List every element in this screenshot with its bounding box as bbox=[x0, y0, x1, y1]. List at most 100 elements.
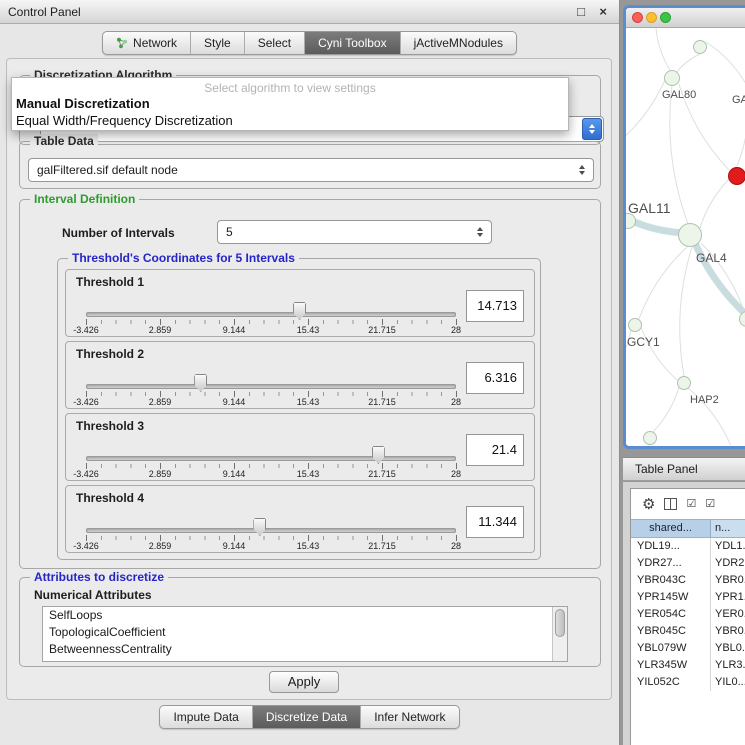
slider-scale-label: 2.859 bbox=[149, 397, 172, 407]
threshold-box-3: Threshold 3 -3.4262.8599.14415.4321.71528… bbox=[65, 413, 535, 481]
column-selector-icon[interactable] bbox=[664, 498, 677, 510]
threshold-value-field[interactable]: 11.344 bbox=[466, 506, 524, 538]
node-label-gal80: GAL80 bbox=[662, 89, 696, 101]
tab-label: Discretize Data bbox=[266, 710, 347, 724]
table-row[interactable]: YBR045CYBR0... bbox=[631, 623, 745, 640]
network-node[interactable] bbox=[693, 40, 707, 54]
network-canvas[interactable]: GAL80GAGAL11GAL4GCY1HAP2 bbox=[626, 28, 745, 445]
slider-track bbox=[86, 528, 456, 533]
network-node[interactable] bbox=[664, 70, 680, 86]
tab-label: Network bbox=[133, 36, 177, 50]
slider-thumb[interactable] bbox=[253, 518, 266, 536]
table-panel-header[interactable]: Table Panel bbox=[623, 457, 745, 481]
slider-scale-label: 15.43 bbox=[297, 325, 320, 335]
algorithm-hint-item: Select algorithm to view settings bbox=[12, 78, 568, 95]
zoom-traffic-light-icon[interactable] bbox=[660, 12, 671, 23]
number-of-intervals-combobox[interactable]: 5 bbox=[217, 220, 492, 244]
combo-stepper-icon[interactable] bbox=[470, 222, 490, 242]
tab-network[interactable]: Network bbox=[103, 32, 191, 54]
close-icon[interactable]: × bbox=[599, 4, 607, 20]
attribute-item-topologicalcoefficient[interactable]: TopologicalCoefficient bbox=[43, 624, 567, 641]
tab-cyni-toolbox[interactable]: Cyni Toolbox bbox=[305, 32, 400, 54]
threshold-value-field[interactable]: 21.4 bbox=[466, 434, 524, 466]
apply-button[interactable]: Apply bbox=[269, 671, 339, 693]
tab-label: Select bbox=[258, 36, 291, 50]
threshold-slider[interactable]: -3.4262.8599.14415.4321.71528 bbox=[86, 376, 456, 408]
tab-jactivemnodules[interactable]: jActiveMNodules bbox=[401, 32, 516, 54]
close-traffic-light-icon[interactable] bbox=[632, 12, 643, 23]
table-data-combobox[interactable]: galFiltered.sif default node bbox=[28, 158, 594, 182]
table-row[interactable]: YBR043CYBR0... bbox=[631, 572, 745, 589]
slider-scale-label: 9.144 bbox=[223, 325, 246, 335]
table-row[interactable]: YDR27...YDR2... bbox=[631, 555, 745, 572]
control-panel-titlebar[interactable]: Control Panel □ × bbox=[0, 0, 619, 24]
column-header-shared-name[interactable]: shared... bbox=[631, 520, 711, 537]
network-node[interactable] bbox=[643, 431, 657, 445]
slider-scale-label: 15.43 bbox=[297, 397, 320, 407]
scrollbar-thumb[interactable] bbox=[555, 609, 565, 637]
attribute-item-selfloops[interactable]: SelfLoops bbox=[43, 607, 567, 624]
tab-select[interactable]: Select bbox=[245, 32, 305, 54]
slider-thumb[interactable] bbox=[293, 302, 306, 320]
table-row[interactable]: YDL19...YDL1... bbox=[631, 538, 745, 555]
combo-stepper-icon[interactable] bbox=[572, 160, 592, 180]
threshold-value-field[interactable]: 6.316 bbox=[466, 362, 524, 394]
combo-stepper-icon[interactable] bbox=[582, 118, 602, 140]
slider-track bbox=[86, 312, 456, 317]
table-row[interactable]: YPR145WYPR1... bbox=[631, 589, 745, 606]
network-edge bbox=[656, 28, 670, 70]
table-data-group-title: Table Data bbox=[30, 134, 98, 148]
table-row[interactable]: YLR345WYLR3... bbox=[631, 657, 745, 674]
table-row[interactable]: YIL052CYIL0... bbox=[631, 674, 745, 691]
slider-thumb[interactable] bbox=[372, 446, 385, 464]
table-row[interactable]: YBL079WYBL0... bbox=[631, 640, 745, 657]
threshold-label: Threshold 3 bbox=[76, 419, 144, 433]
gear-icon[interactable]: ⚙ bbox=[642, 497, 655, 512]
threshold-slider[interactable]: -3.4262.8599.14415.4321.71528 bbox=[86, 304, 456, 336]
network-window-titlebar[interactable] bbox=[626, 8, 745, 28]
threshold-slider[interactable]: -3.4262.8599.14415.4321.71528 bbox=[86, 448, 456, 480]
checkbox-icon[interactable]: ☑ bbox=[705, 499, 715, 510]
network-edge bbox=[676, 54, 700, 73]
tab-infer-network[interactable]: Infer Network bbox=[361, 706, 458, 728]
checkbox-icon[interactable]: ☑ bbox=[686, 499, 696, 510]
top-tab-bar: Network Style Select Cyni ToolboxjActiveMNo… bbox=[0, 31, 619, 55]
threshold-box-4: Threshold 4-3.4262.8599.14415.4321.71528… bbox=[65, 485, 535, 553]
threshold-label: Threshold 1 bbox=[76, 275, 144, 289]
column-header-name[interactable]: n... bbox=[711, 520, 745, 537]
slider-scale-label: 21.715 bbox=[368, 541, 396, 551]
network-node[interactable] bbox=[678, 223, 702, 247]
cell-shared-name: YPR145W bbox=[631, 589, 711, 606]
algorithm-option-equal-width-frequency-discretization[interactable]: Equal Width/Frequency Discretization bbox=[12, 112, 568, 129]
minimize-traffic-light-icon[interactable] bbox=[646, 12, 657, 23]
network-node[interactable] bbox=[728, 167, 745, 185]
network-icon bbox=[116, 37, 128, 49]
network-view-window[interactable]: GAL80GAGAL11GAL4GCY1HAP2 bbox=[623, 5, 745, 449]
network-node[interactable] bbox=[628, 318, 642, 332]
slider-scale-label: 2.859 bbox=[149, 469, 172, 479]
table-row[interactable]: YER054CYER0... bbox=[631, 606, 745, 623]
attribute-item-betweennesscentrality[interactable]: BetweennessCentrality bbox=[43, 641, 567, 658]
threshold-slider[interactable]: -3.4262.8599.14415.4321.71528 bbox=[86, 520, 456, 552]
float-icon[interactable]: □ bbox=[577, 4, 585, 20]
node-label-gcy1: GCY1 bbox=[627, 335, 660, 349]
list-scrollbar[interactable] bbox=[552, 607, 567, 661]
slider-scale-label: 2.859 bbox=[149, 541, 172, 551]
control-panel-title: Control Panel bbox=[8, 5, 81, 19]
screen: Control Panel □ × Network Style Select Cyni… bbox=[0, 0, 745, 745]
slider-scale-label: -3.426 bbox=[73, 541, 99, 551]
tab-style[interactable]: Style bbox=[191, 32, 245, 54]
numerical-attributes-list[interactable]: SelfLoopsTopologicalCoefficientBetweenne… bbox=[42, 606, 568, 662]
network-edge bbox=[700, 178, 730, 228]
algorithm-option-manual-discretization[interactable]: Manual Discretization bbox=[12, 95, 568, 112]
tab-discretize-data[interactable]: Discretize Data bbox=[253, 706, 361, 728]
slider-scale-label: -3.426 bbox=[73, 469, 99, 479]
slider-thumb[interactable] bbox=[194, 374, 207, 392]
cell-shared-name: YDL19... bbox=[631, 538, 711, 555]
tab-impute-data[interactable]: Impute Data bbox=[160, 706, 252, 728]
threshold-value-field[interactable]: 14.713 bbox=[466, 290, 524, 322]
network-node[interactable] bbox=[677, 376, 691, 390]
attributes-group-title: Attributes to discretize bbox=[30, 570, 168, 584]
slider-scale-label: 9.144 bbox=[223, 397, 246, 407]
threshold-box-2: Threshold 2-3.4262.8599.14415.4321.71528… bbox=[65, 341, 535, 409]
